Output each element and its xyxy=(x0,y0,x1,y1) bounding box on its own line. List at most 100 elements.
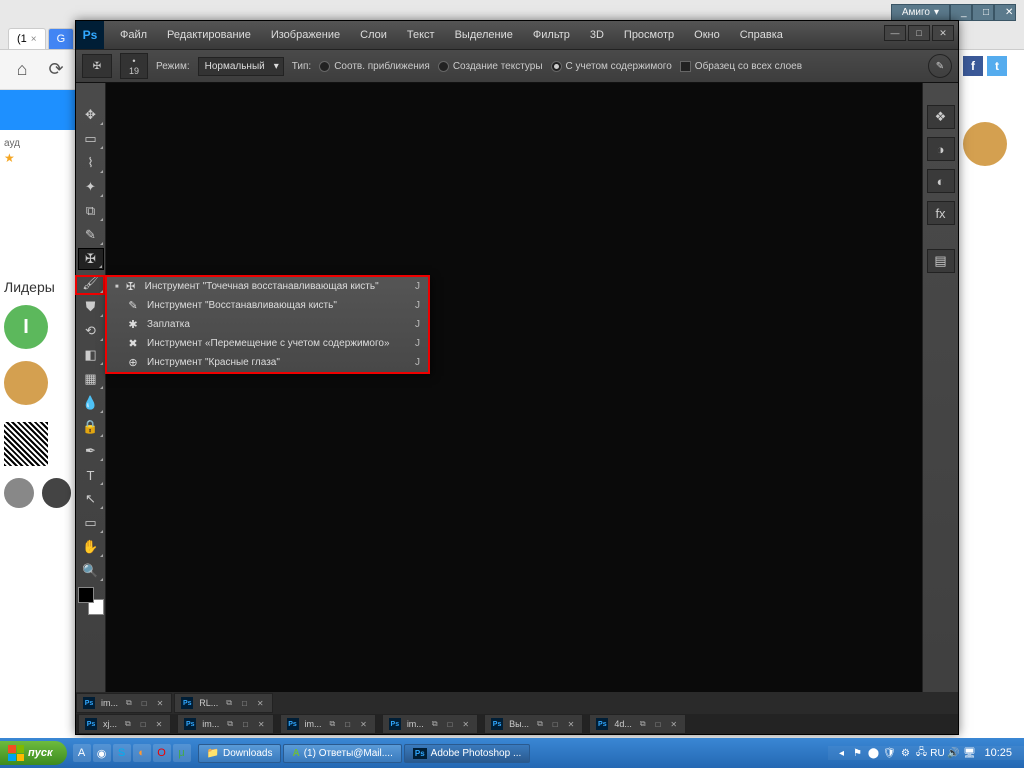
reload-icon[interactable]: ⟳ xyxy=(44,58,68,82)
doc-tab[interactable]: PsВы...⧉□✕ xyxy=(484,714,583,734)
ql-skype-icon[interactable]: S xyxy=(113,744,131,762)
marquee-tool[interactable]: ▭ xyxy=(78,128,104,150)
menu-select[interactable]: Выделение xyxy=(445,29,523,41)
ps-minimize[interactable]: — xyxy=(884,25,906,41)
flyout-patch[interactable]: ✱ Заплатка J xyxy=(107,315,428,334)
menu-file[interactable]: Файл xyxy=(110,29,157,41)
avatar[interactable] xyxy=(4,478,34,508)
doc-tab[interactable]: Psxj...⧉□✕ xyxy=(78,714,171,734)
stamp-tool[interactable]: ⛊ xyxy=(78,296,104,318)
crop-tool[interactable]: ⧉ xyxy=(78,200,104,222)
adjustments-panel-icon[interactable]: ◐ xyxy=(927,169,955,193)
doc-tab[interactable]: Ps4d...⧉□✕ xyxy=(589,714,686,734)
menu-filter[interactable]: Фильтр xyxy=(523,29,580,41)
doc-tab[interactable]: Psim...⧉□✕ xyxy=(382,714,478,734)
menu-window[interactable]: Окно xyxy=(684,29,730,41)
checkbox-sample-all[interactable]: Образец со всех слоев xyxy=(680,61,802,72)
flyout-spot-healing[interactable]: ✠ Инструмент "Точечная восстанавливающая… xyxy=(107,277,428,296)
tab-restore-icon[interactable]: □ xyxy=(140,699,149,708)
ql-opera-icon[interactable]: O xyxy=(153,744,171,762)
browser-tab-1[interactable]: (1× xyxy=(8,28,46,49)
avatar[interactable] xyxy=(4,361,48,405)
history-panel-icon[interactable]: ▤ xyxy=(927,249,955,273)
pen-tool[interactable]: ✒ xyxy=(78,440,104,462)
dodge-tool[interactable]: 🔒 xyxy=(78,416,104,438)
menu-type[interactable]: Текст xyxy=(397,29,445,41)
tab-close-icon[interactable]: ✕ xyxy=(155,699,166,708)
ps-canvas[interactable] xyxy=(106,83,922,734)
eyedropper-tool[interactable]: ✎ xyxy=(78,224,104,246)
menu-image[interactable]: Изображение xyxy=(261,29,350,41)
ps-maximize[interactable]: □ xyxy=(908,25,930,41)
ql-amigo-icon[interactable]: А xyxy=(73,744,91,762)
tray-icon[interactable]: ⬤ xyxy=(866,746,880,760)
tray-icon[interactable]: ◂ xyxy=(834,746,848,760)
blur-tool[interactable]: 💧 xyxy=(78,392,104,414)
color-swatches[interactable] xyxy=(78,587,104,615)
doc-tab[interactable]: Psim... ⧉ □ ✕ xyxy=(76,693,172,713)
ql-torrent-icon[interactable]: μ xyxy=(173,744,191,762)
home-icon[interactable]: ⌂ xyxy=(10,58,34,82)
radio-content-aware[interactable]: С учетом содержимого xyxy=(551,61,672,72)
doc-tab[interactable]: Psim...⧉□✕ xyxy=(177,714,273,734)
tray-icon[interactable]: 🖧 xyxy=(914,746,928,760)
layers-panel-icon[interactable]: ❖ xyxy=(927,105,955,129)
flyout-red-eye[interactable]: ⊕ Инструмент "Красные глаза" J xyxy=(107,353,428,372)
magic-wand-tool[interactable]: ✦ xyxy=(78,176,104,198)
start-button[interactable]: пуск xyxy=(0,741,67,765)
facebook-icon[interactable]: f xyxy=(963,56,983,76)
menu-view[interactable]: Просмотр xyxy=(614,29,684,41)
menu-3d[interactable]: 3D xyxy=(580,29,614,41)
channels-panel-icon[interactable]: ◑ xyxy=(927,137,955,161)
menu-edit[interactable]: Редактирование xyxy=(157,29,261,41)
menu-help[interactable]: Справка xyxy=(730,29,793,41)
radio-proximity[interactable]: Соотв. приближения xyxy=(319,61,430,72)
doc-tab[interactable]: PsRL... ⧉□✕ xyxy=(174,693,272,713)
amigo-close[interactable]: ✕ xyxy=(994,4,1016,21)
avatar[interactable] xyxy=(42,478,72,508)
amigo-maximize[interactable]: □ xyxy=(972,4,994,21)
menu-layer[interactable]: Слои xyxy=(350,29,397,41)
taskbar-clock[interactable]: 10:25 xyxy=(978,747,1018,759)
tray-lang-icon[interactable]: RU xyxy=(930,746,944,760)
radio-texture[interactable]: Создание текстуры xyxy=(438,61,543,72)
tab-cascade-icon[interactable]: ⧉ xyxy=(124,698,134,708)
history-brush-tool[interactable]: ⟲ xyxy=(78,320,104,342)
tray-icon[interactable]: 🖥 xyxy=(962,746,976,760)
taskbar-photoshop[interactable]: Ps Adobe Photoshop ... xyxy=(404,744,530,763)
path-select-tool[interactable]: ↖ xyxy=(78,488,104,510)
flyout-content-aware-move[interactable]: ✖ Инструмент «Перемещение с учетом содер… xyxy=(107,334,428,353)
browser-tab-google[interactable]: G xyxy=(48,28,75,49)
spot-heal-tool[interactable]: ✠ xyxy=(78,248,104,270)
flyout-healing-brush[interactable]: ✎ Инструмент "Восстанавливающая кисть" J xyxy=(107,296,428,315)
avatar[interactable] xyxy=(963,122,1007,166)
ps-close[interactable]: ✕ xyxy=(932,25,954,41)
lasso-tool[interactable]: ⌇ xyxy=(78,152,104,174)
type-tool[interactable]: T xyxy=(78,464,104,486)
brush-size-preset[interactable]: • 19 xyxy=(120,53,148,79)
zoom-tool[interactable]: 🔍 xyxy=(78,560,104,582)
shape-tool[interactable]: ▭ xyxy=(78,512,104,534)
close-icon[interactable]: × xyxy=(31,34,37,45)
tray-icon[interactable]: ⚙ xyxy=(898,746,912,760)
doc-tab[interactable]: Psim...⧉□✕ xyxy=(280,714,376,734)
amigo-menu[interactable]: Амиго ▾ xyxy=(891,4,950,21)
taskbar-downloads[interactable]: 📁 Downloads xyxy=(198,744,282,763)
tray-volume-icon[interactable]: 🔊 xyxy=(946,746,960,760)
ql-odnoklassniki-icon[interactable]: ◐ xyxy=(133,744,151,762)
eraser-tool[interactable]: ◧ xyxy=(78,344,104,366)
taskbar-mail-answers[interactable]: А (1) Ответы@Mail.... xyxy=(283,744,401,763)
ql-chrome-icon[interactable]: ◉ xyxy=(93,744,111,762)
amigo-minimize[interactable]: _ xyxy=(950,4,972,21)
twitter-icon[interactable]: t xyxy=(987,56,1007,76)
current-tool-icon[interactable]: ✠ xyxy=(82,54,112,78)
tray-icon[interactable]: ⚑ xyxy=(850,746,864,760)
pressure-icon[interactable]: ✎ xyxy=(928,54,952,78)
styles-panel-icon[interactable]: fx xyxy=(927,201,955,225)
avatar[interactable]: I xyxy=(4,305,48,349)
mode-select[interactable]: Нормальный xyxy=(198,57,284,76)
move-tool[interactable]: ✥ xyxy=(78,104,104,126)
hand-tool[interactable]: ✋ xyxy=(78,536,104,558)
tray-icon[interactable]: 🛡 xyxy=(882,746,896,760)
gradient-tool[interactable]: ▦ xyxy=(78,368,104,390)
